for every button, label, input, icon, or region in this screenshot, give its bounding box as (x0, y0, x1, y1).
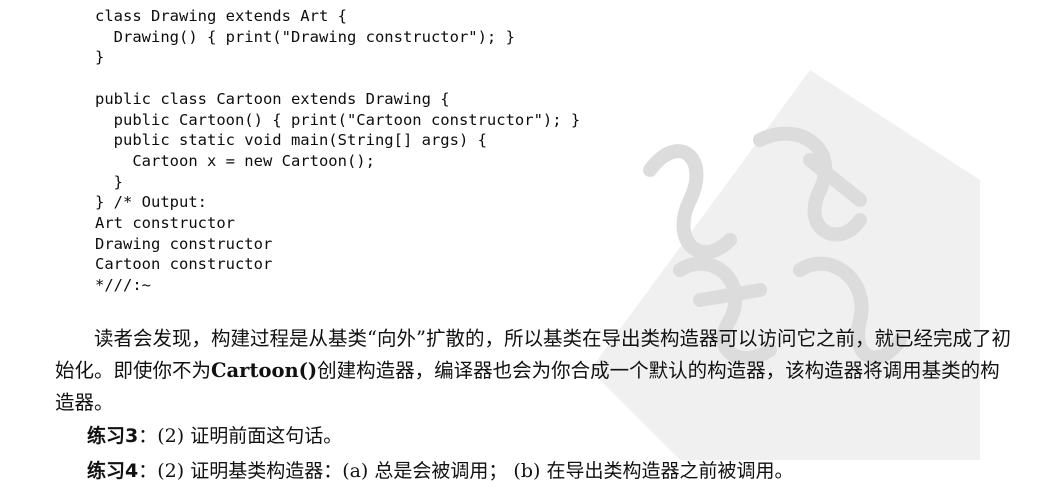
output-line: Art constructor (95, 214, 235, 233)
exercise-3-label: 练习3 (87, 425, 139, 447)
code-line: } (95, 48, 105, 67)
exercise-4-label: 练习4 (87, 460, 139, 482)
code-line: } /* Output: (95, 193, 207, 212)
exercise-3: 练习3：(2) 证明前面这句话。 (55, 421, 1015, 451)
code-line: } (95, 172, 123, 191)
inline-code-cartoon: Cartoon() (211, 359, 318, 382)
code-line: public class Cartoon extends Drawing { (95, 89, 450, 108)
output-line: *///:~ (95, 276, 151, 295)
code-listing: class Drawing extends Art { Drawing() { … (95, 6, 580, 296)
code-line: Cartoon x = new Cartoon(); (95, 151, 375, 170)
body-paragraph: 读者会发现，构建过程是从基类“向外”扩散的，所以基类在导出类构造器可以访问它之前… (55, 323, 1015, 419)
paragraph-text: 读者会发现，构建过程是从基类“向外”扩散的，所以基类在导出类构造器可以访问它之前… (55, 323, 1015, 419)
code-line: Drawing() { print("Drawing constructor")… (95, 27, 515, 46)
exercise-4: 练习4：(2) 证明基类构造器：(a) 总是会被调用； (b) 在导出类构造器之… (55, 456, 1015, 486)
code-line: public Cartoon() { print("Cartoon constr… (95, 110, 581, 129)
exercise-4-text: ：(2) 证明基类构造器：(a) 总是会被调用； (b) 在导出类构造器之前被调… (138, 460, 794, 482)
code-line: public static void main(String[] args) { (95, 131, 487, 150)
exercise-3-text: ：(2) 证明前面这句话。 (138, 425, 343, 447)
output-line: Cartoon constructor (95, 255, 273, 274)
code-line: class Drawing extends Art { (95, 7, 347, 25)
output-line: Drawing constructor (95, 234, 273, 253)
